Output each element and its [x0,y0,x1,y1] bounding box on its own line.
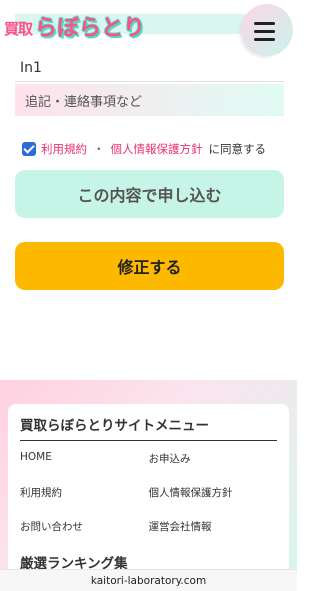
hamburger-icon-line [253,29,275,33]
footer-link-home[interactable]: HOME [20,451,149,466]
logo-text: らぼらとり [35,16,146,41]
privacy-link[interactable]: 個人情報保護方針 [111,141,203,157]
footer-link-terms[interactable]: 利用規約 [20,485,149,500]
edit-button[interactable]: 修正する [15,242,284,290]
notes-textarea[interactable]: 追記・連絡事項など [15,84,284,116]
footer-link-contact[interactable]: お問い合わせ [20,519,149,534]
site-logo[interactable]: 買取 らぼらとり [4,14,145,44]
hamburger-icon-line [253,37,275,41]
menu-button[interactable] [241,4,293,56]
footer-menu-title: 買取らぼらとりサイトメニュー [20,414,277,441]
hamburger-icon-line [253,21,275,25]
footer-menu-card: 買取らぼらとりサイトメニュー HOME お申込み 利用規約 個人情報保護方針 お… [8,404,289,591]
agree-checkbox[interactable] [22,142,36,156]
submit-button[interactable]: この内容で申し込む [15,170,284,218]
page: 買取 らぼらとり In1 追記・連絡事項など 利用規約 ・ 個人情報保護方針 に… [0,0,297,591]
agree-label: に同意する [208,142,267,156]
agree-row: 利用規約 ・ 個人情報保護方針 に同意する [22,141,266,157]
browser-url-bar[interactable]: kaitori-laboratory.com [0,569,297,591]
footer-link-privacy[interactable]: 個人情報保護方針 [149,485,278,500]
footer-link-apply[interactable]: お申込み [149,451,278,466]
logo-prefix: 買取 [4,19,33,38]
footer-link-company[interactable]: 運営会社情報 [149,519,278,534]
footer-links: HOME お申込み 利用規約 個人情報保護方針 お問い合わせ 運営会社情報 [20,451,277,534]
url-text: kaitori-laboratory.com [90,574,207,587]
separator: ・ [93,142,105,156]
terms-link[interactable]: 利用規約 [41,141,87,157]
text-input-field[interactable]: In1 [15,54,284,82]
footer: 買取らぼらとりサイトメニュー HOME お申込み 利用規約 個人情報保護方針 お… [0,380,297,591]
